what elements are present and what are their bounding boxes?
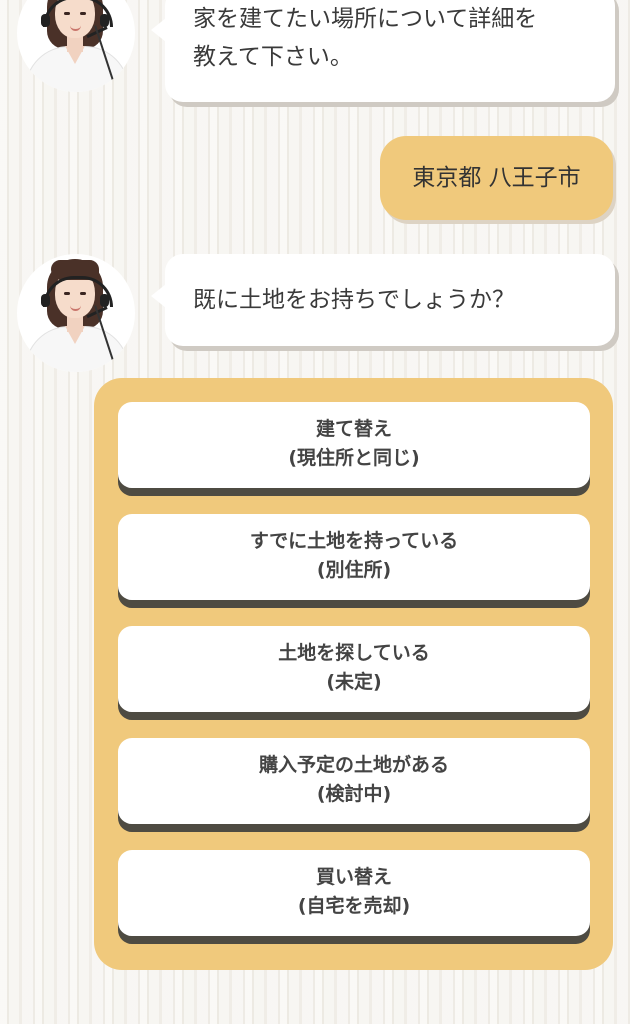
bot-message-bubble: 家を建てたい場所について詳細を 教えて下さい。 xyxy=(151,0,615,102)
choice-subtitle: (未定) xyxy=(326,671,382,693)
choice-title: すでに土地を持っている xyxy=(249,530,459,552)
choice-subtitle: (別住所) xyxy=(316,559,392,581)
choice-title: 土地を探している xyxy=(278,642,430,664)
choice-subtitle: (自宅を売却) xyxy=(297,895,411,917)
choice-searching-land-button[interactable]: 土地を探している (未定) xyxy=(118,626,590,712)
choice-title: 購入予定の土地がある xyxy=(258,754,449,776)
choice-planned-purchase-button[interactable]: 購入予定の土地がある (検討中) xyxy=(118,738,590,824)
choice-subtitle: (検討中) xyxy=(316,783,392,805)
choice-rebuild-button[interactable]: 建て替え (現住所と同じ) xyxy=(118,402,590,488)
answer-choices-panel: 建て替え (現住所と同じ) すでに土地を持っている (別住所) 土地を探している… xyxy=(94,378,613,970)
user-reply-bubble: 東京都 八王子市 xyxy=(380,136,613,220)
choice-title: 買い替え xyxy=(315,866,392,888)
bot-message-text-line-1: 家を建てたい場所について詳細を xyxy=(193,6,538,32)
bot-question-bubble: 既に土地をお持ちでしょうか？ xyxy=(151,254,615,346)
operator-avatar xyxy=(17,254,135,372)
bot-question-text: 既に土地をお持ちでしょうか？ xyxy=(193,287,515,313)
choice-own-land-button[interactable]: すでに土地を持っている (別住所) xyxy=(118,514,590,600)
bot-message-text-line-2: 教えて下さい。 xyxy=(193,44,353,70)
choice-replace-home-button[interactable]: 買い替え (自宅を売却) xyxy=(118,850,590,936)
choice-title: 建て替え xyxy=(315,418,392,440)
operator-avatar xyxy=(17,0,135,92)
choice-subtitle: (現住所と同じ) xyxy=(288,447,420,469)
